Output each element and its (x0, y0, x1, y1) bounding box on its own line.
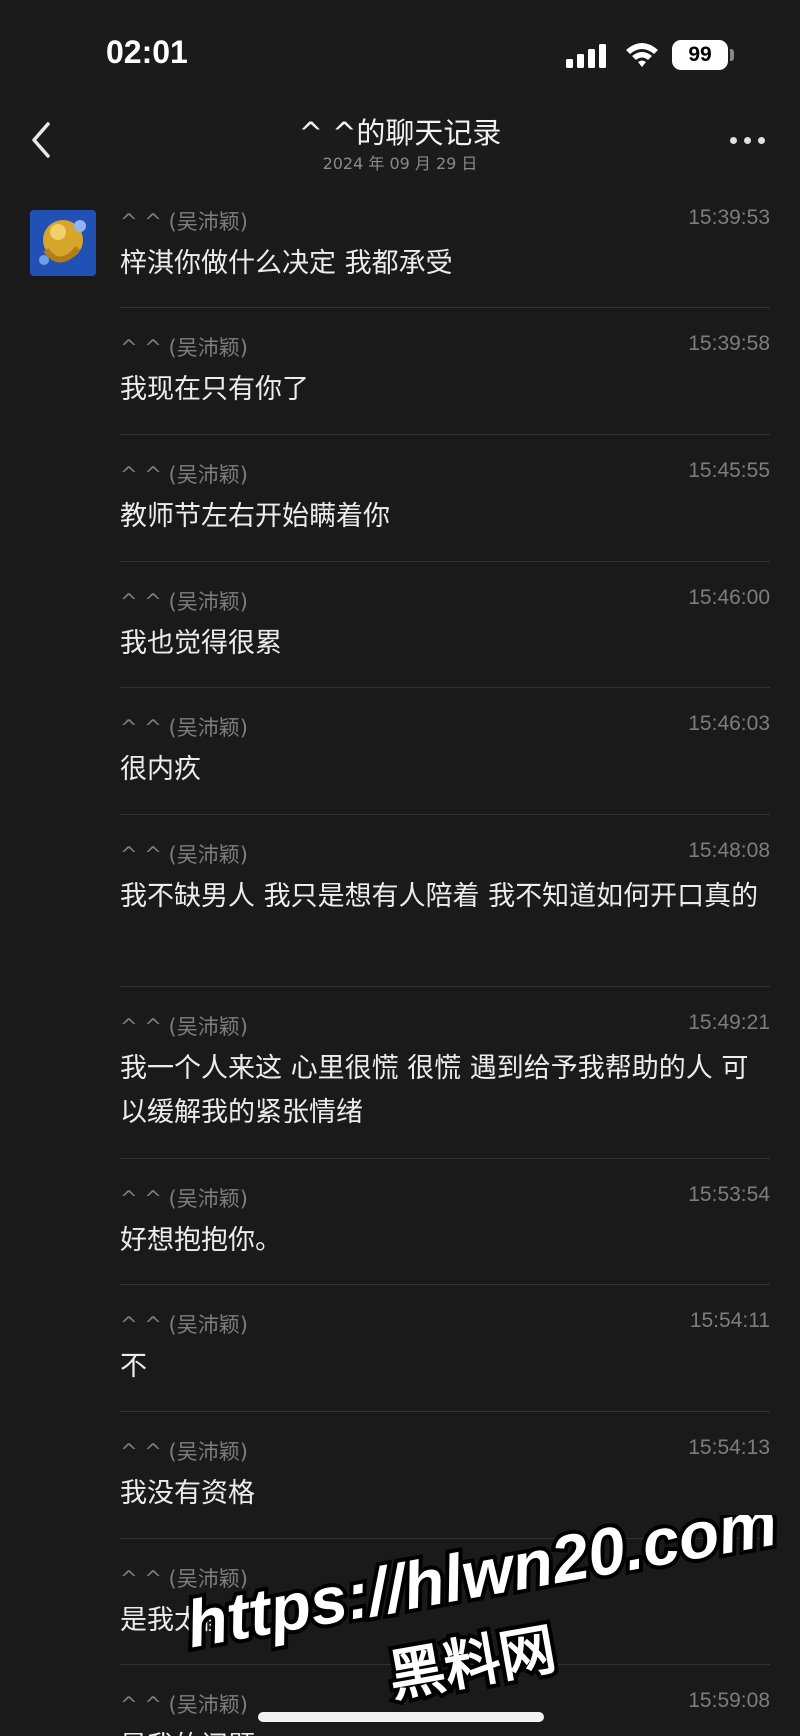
message-time: 15:54:11 (689, 1309, 770, 1332)
message-time: 15:53:54 (688, 1183, 770, 1206)
message-text: 我现在只有你了 (120, 374, 309, 405)
message-text: 我没有资格 (120, 1478, 255, 1509)
message-text: 是我太傻 (120, 1605, 228, 1636)
message-item[interactable]: ^ ^ (吴沛颖) 15:46:03 很内疚 (120, 688, 770, 815)
message-item[interactable]: ^ ^ (吴沛颖) 15:39:53 梓淇你做什么决定 我都承受 (120, 182, 770, 308)
message-text: 是我的问题 (120, 1725, 770, 1736)
message-item[interactable]: ^ ^ (吴沛颖) 15:48:08 我不缺男人 我只是想有人陪着 我不知道如何… (120, 815, 770, 987)
message-text: 我不缺男人 我只是想有人陪着 我不知道如何开口真的 (120, 881, 759, 912)
message-sender: ^ ^ (吴沛颖) (120, 716, 248, 740)
cellular-signal-icon (566, 44, 606, 68)
message-text: 教师节左右开始瞒着你 (120, 501, 390, 532)
message-time: 15:48:08 (688, 839, 770, 862)
home-indicator[interactable] (258, 1712, 544, 1722)
wifi-icon (626, 43, 658, 67)
message-text: 不 (120, 1351, 147, 1382)
message-time: 15:39:58 (688, 332, 770, 355)
battery-tip (730, 49, 734, 61)
message-item[interactable]: ^ ^ (吴沛颖) 15:54:11 不 (120, 1285, 770, 1412)
navigation-bar: ^ ^的聊天记录 2024 年 09 月 29 日 (0, 100, 800, 182)
message-sender: ^ ^ (吴沛颖) (120, 1440, 248, 1464)
message-text: 好想抱抱你。 (120, 1225, 282, 1256)
message-time: 15:45:55 (688, 459, 770, 482)
message-sender: ^ ^ (吴沛颖) (120, 1313, 248, 1337)
status-bar: 02:01 99 (0, 0, 800, 100)
message-sender: ^ ^ (吴沛颖) (120, 210, 248, 234)
message-item[interactable]: ^ ^ (吴沛颖) 15:45:55 教师节左右开始瞒着你 (120, 435, 770, 562)
message-time: 15:46:00 (688, 586, 770, 609)
message-item[interactable]: ^ ^ (吴沛颖) 是我太傻 (120, 1539, 770, 1665)
message-time: 15:39:53 (688, 206, 770, 229)
message-item[interactable]: ^ ^ (吴沛颖) 15:49:21 我一个人来这 心里很慌 很慌 遇到给予我帮… (120, 987, 770, 1159)
message-item[interactable]: ^ ^ (吴沛颖) 15:46:00 我也觉得很累 (120, 562, 770, 688)
message-text: 我也觉得很累 (120, 628, 282, 659)
message-text: 我一个人来这 心里很慌 很慌 遇到给予我帮助的人 可以缓解我的紧张情绪 (120, 1053, 749, 1128)
page-title: ^ ^的聊天记录 (298, 116, 502, 150)
message-text: 很内疚 (120, 754, 201, 785)
message-time: 15:46:03 (688, 712, 770, 735)
message-sender: ^ ^ (吴沛颖) (120, 1693, 248, 1717)
message-sender: ^ ^ (吴沛颖) (120, 843, 248, 867)
message-item[interactable]: ^ ^ (吴沛颖) 15:53:54 好想抱抱你。 (120, 1159, 770, 1285)
message-text: 梓淇你做什么决定 我都承受 (120, 248, 453, 279)
message-time: 15:59:08 (688, 1689, 770, 1712)
message-item[interactable]: ^ ^ (吴沛颖) 15:59:08 是我的问题 (120, 1665, 770, 1736)
message-sender: ^ ^ (吴沛颖) (120, 336, 248, 360)
battery-icon: 99 (672, 40, 728, 70)
message-sender: ^ ^ (吴沛颖) (120, 1015, 248, 1039)
message-sender: ^ ^ (吴沛颖) (120, 590, 248, 614)
avatar-image (30, 210, 96, 276)
status-time: 02:01 (106, 34, 188, 70)
message-time: 15:54:13 (688, 1436, 770, 1459)
avatar[interactable] (30, 210, 96, 276)
message-sender: ^ ^ (吴沛颖) (120, 1187, 248, 1211)
message-time: 15:49:21 (688, 1011, 770, 1034)
message-item[interactable]: ^ ^ (吴沛颖) 15:54:13 我没有资格 (120, 1412, 770, 1539)
message-sender: ^ ^ (吴沛颖) (120, 463, 248, 487)
message-item[interactable]: ^ ^ (吴沛颖) 15:39:58 我现在只有你了 (120, 308, 770, 435)
message-sender: ^ ^ (吴沛颖) (120, 1567, 248, 1591)
chat-history-list[interactable]: ^ ^ (吴沛颖) 15:39:53 梓淇你做什么决定 我都承受 ^ ^ (吴沛… (0, 182, 800, 1736)
page-subtitle-date: 2024 年 09 月 29 日 (322, 154, 478, 173)
more-horizontal-icon[interactable] (728, 128, 768, 152)
